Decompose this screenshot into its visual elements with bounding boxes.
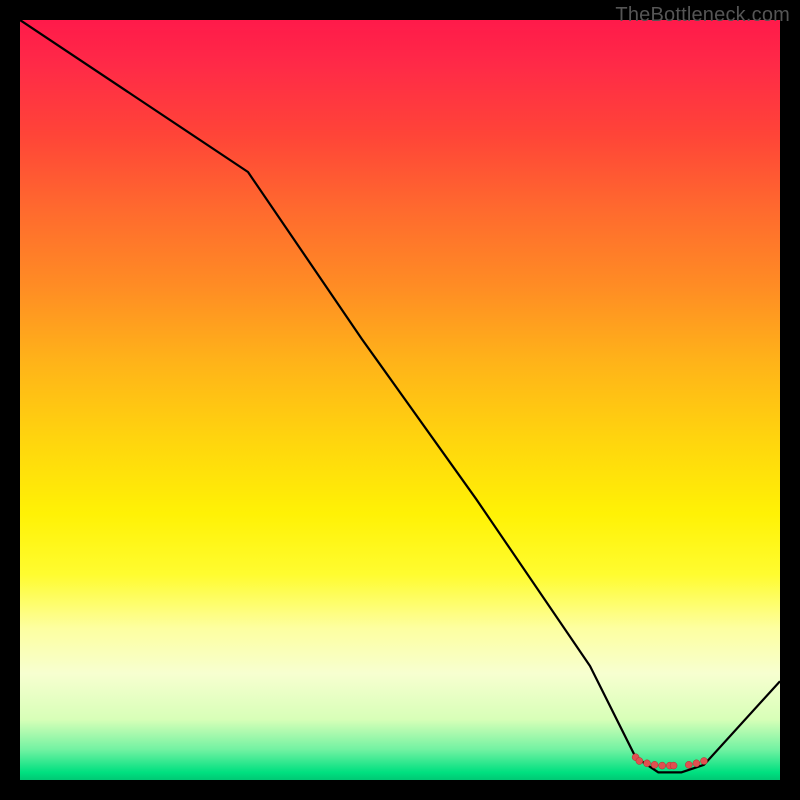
minimum-marker-dot	[651, 761, 658, 768]
minimum-marker-dot	[636, 758, 643, 765]
minimum-marker-dot	[701, 758, 708, 765]
chart-plot-area	[20, 20, 780, 780]
chart-svg	[20, 20, 780, 780]
minimum-marker-dot	[659, 762, 666, 769]
attribution-text: TheBottleneck.com	[615, 4, 790, 27]
minimum-marker-dot	[693, 760, 700, 767]
minimum-marker-dot	[670, 762, 677, 769]
bottleneck-curve-line	[20, 20, 780, 772]
minimum-marker-dot	[685, 761, 692, 768]
minimum-marker-dot	[644, 760, 651, 767]
